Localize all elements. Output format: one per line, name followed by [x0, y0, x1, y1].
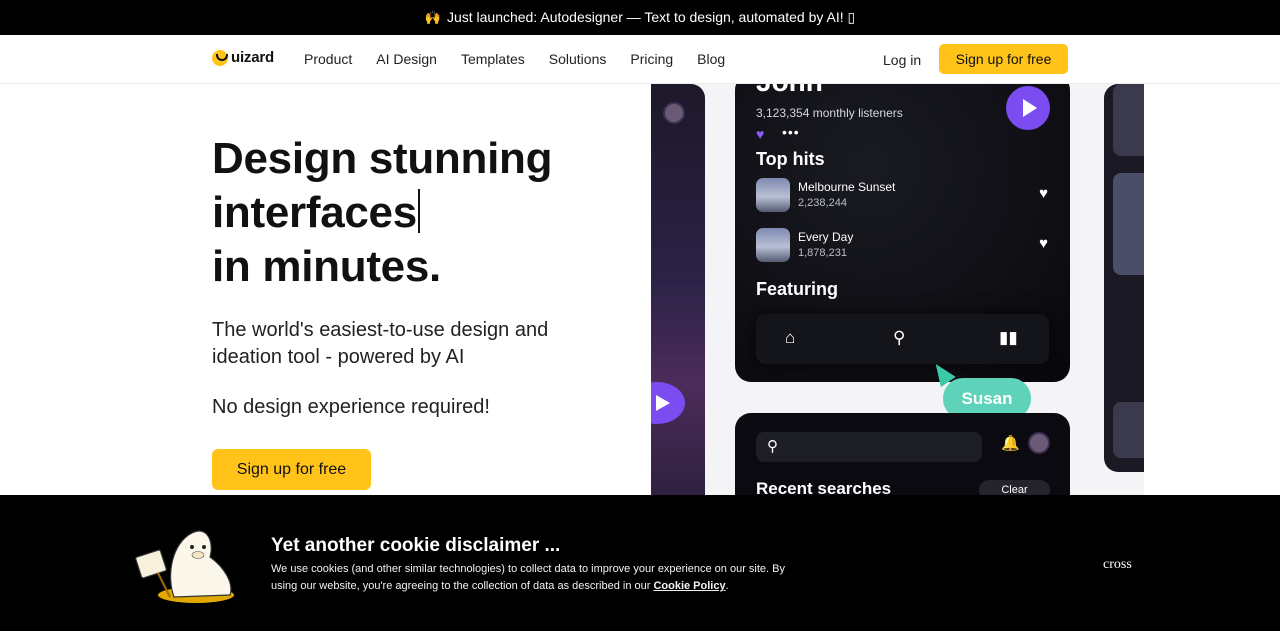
nav-link-product[interactable]: Product: [304, 51, 352, 67]
top-hits-heading: Top hits: [756, 149, 825, 169]
smile-logo-icon: [212, 49, 228, 66]
cookie-text: We use cookies (and other similar techno…: [271, 561, 791, 595]
tab-bar: ⌂ ⚲ ▮▮: [756, 314, 1049, 364]
uizard-logo[interactable]: uizard: [212, 49, 274, 66]
hero-note: No design experience required!: [212, 396, 490, 418]
hero-title-line-2: interfaces: [212, 188, 417, 237]
artist-name: John: [756, 84, 823, 98]
hero-title: Design stunning interfaces in minutes.: [212, 132, 632, 294]
announcement-text[interactable]: Just launched: Autodesigner — Text to de…: [447, 9, 855, 26]
book-icon: ▮▮: [999, 328, 1018, 347]
typing-caret: [417, 189, 420, 233]
logo-text: uizard: [231, 49, 274, 66]
featuring-heading: Featuring: [756, 279, 839, 299]
play-icon: [651, 382, 685, 424]
nav-link-pricing[interactable]: Pricing: [630, 51, 673, 67]
close-cookie-button[interactable]: cross: [1103, 557, 1132, 573]
home-icon: ⌂: [785, 328, 796, 347]
search-bar: ⚲: [756, 432, 982, 462]
monthly-listeners: 3,123,354 monthly listeners: [756, 106, 903, 120]
hero-subtitle: The world's easiest-to-use design and id…: [212, 319, 549, 368]
announcement-bar[interactable]: 🙌 Just launched: Autodesigner — Text to …: [0, 0, 1280, 35]
list-item: Every Day 1,878,231 ♥: [756, 228, 1048, 264]
nav-link-solutions[interactable]: Solutions: [549, 51, 607, 67]
avatar: [663, 102, 685, 124]
music-app-phone: John 3,123,354 monthly listeners ♥ ••• T…: [735, 84, 1070, 382]
bell-icon: 🔔: [1001, 435, 1020, 452]
search-icon: ⚲: [767, 438, 778, 455]
cookie-banner: Yet another cookie disclaimer ... We use…: [0, 495, 1280, 631]
cookie-policy-link[interactable]: Cookie Policy: [653, 580, 725, 592]
signup-button-hero[interactable]: Sign up for free: [212, 449, 371, 490]
hero-title-line-3: in minutes.: [212, 242, 441, 291]
signup-button-nav[interactable]: Sign up for free: [939, 44, 1068, 74]
preview-card: [1113, 84, 1144, 156]
more-dots-icon: •••: [782, 124, 800, 140]
search-icon: ⚲: [893, 328, 906, 347]
clear-button: Clear: [979, 480, 1050, 495]
app-showcase-illustration: John 3,123,354 monthly listeners ♥ ••• T…: [651, 84, 1144, 495]
play-icon: [1006, 86, 1050, 130]
nav-link-blog[interactable]: Blog: [697, 51, 725, 67]
heart-icon: ♥: [1039, 185, 1048, 202]
track-thumbnail: [756, 228, 790, 262]
raised-hands-icon: 🙌: [424, 9, 441, 25]
track-plays: 2,238,244: [798, 197, 847, 209]
cookie-text-end: .: [725, 580, 729, 592]
right-phone-preview: [1104, 84, 1144, 472]
top-navigation: uizard Product AI Design Templates Solut…: [0, 35, 1280, 84]
track-plays: 1,878,231: [798, 247, 847, 259]
nav-menu: Product AI Design Templates Solutions Pr…: [304, 51, 725, 67]
track-name: Melbourne Sunset: [798, 180, 896, 194]
cookie-title: Yet another cookie disclaimer ...: [271, 535, 561, 556]
search-app-phone: ⚲ 🔔 Recent searches Clear: [735, 413, 1070, 495]
recent-searches-heading: Recent searches: [756, 479, 892, 495]
list-item: Melbourne Sunset 2,238,244 ♥: [756, 178, 1048, 214]
hero-title-line-1: Design stunning: [212, 134, 553, 183]
avatar: [1028, 432, 1050, 454]
login-link[interactable]: Log in: [883, 52, 921, 68]
preview-card: [1113, 173, 1144, 275]
seal-mascot-icon: [135, 530, 234, 603]
nav-link-ai-design[interactable]: AI Design: [376, 51, 437, 67]
heart-icon: ♥: [1039, 235, 1048, 252]
track-thumbnail: [756, 178, 790, 212]
heart-icon: ♥: [756, 126, 765, 142]
left-phone-preview: [651, 84, 705, 495]
preview-card: [1113, 402, 1144, 458]
track-name: Every Day: [798, 230, 854, 244]
nav-link-templates[interactable]: Templates: [461, 51, 525, 67]
